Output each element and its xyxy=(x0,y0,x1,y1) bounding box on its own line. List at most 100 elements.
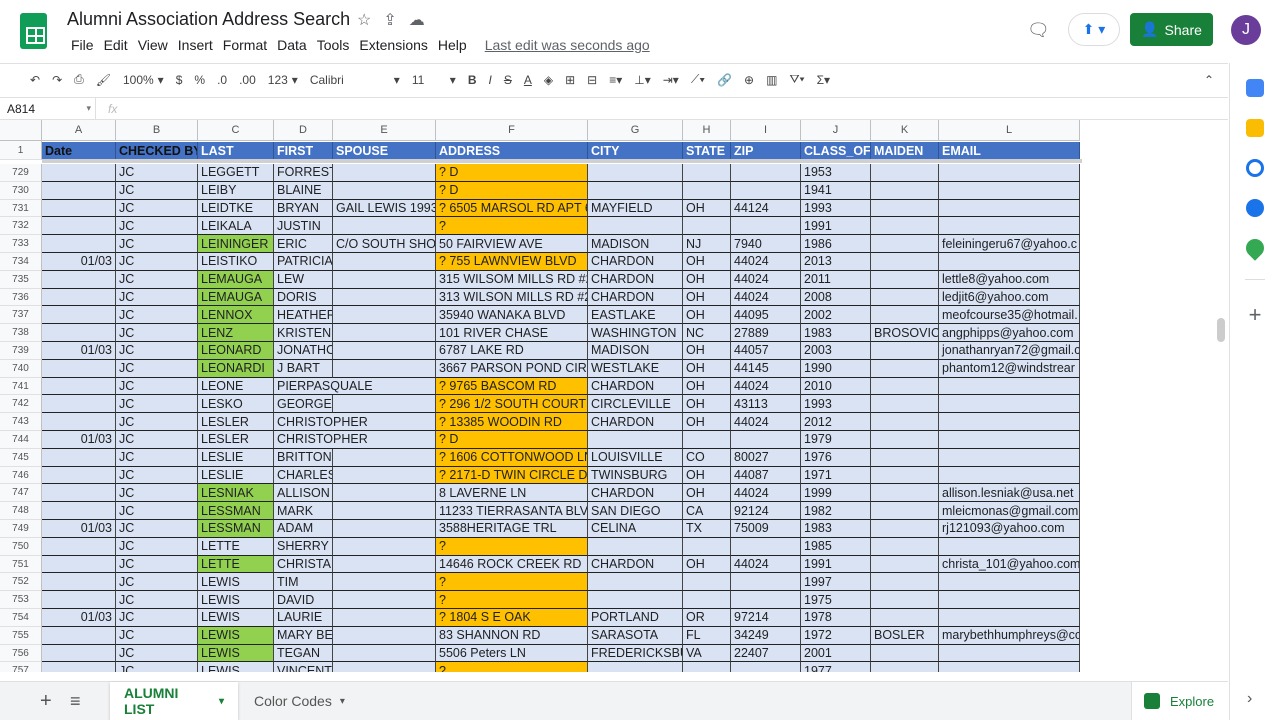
row-header[interactable]: 754 xyxy=(0,609,42,627)
add-sheet-button[interactable]: + xyxy=(32,682,60,720)
cell-city[interactable]: PORTLAND xyxy=(588,609,683,627)
cell-email[interactable] xyxy=(939,395,1080,414)
cell-spouse[interactable] xyxy=(333,448,436,467)
row-header[interactable]: 731 xyxy=(0,199,42,218)
cell-spouse[interactable] xyxy=(333,484,436,503)
menu-format[interactable]: Format xyxy=(218,37,272,53)
cell-zip[interactable] xyxy=(731,181,801,200)
cell-state[interactable] xyxy=(683,181,731,200)
collapse-toolbar-icon[interactable]: ⌃ xyxy=(1204,73,1214,87)
increase-decimal[interactable]: .00 xyxy=(239,73,256,87)
cell-date[interactable] xyxy=(42,448,116,467)
cell-city[interactable] xyxy=(588,591,683,609)
comment-history-icon[interactable]: 🗨 xyxy=(1027,20,1050,41)
cell-class-of[interactable]: 2001 xyxy=(801,644,871,663)
cell-state[interactable]: CO xyxy=(683,448,731,467)
cell-spouse[interactable] xyxy=(333,359,436,378)
cell-city[interactable]: WASHINGTON xyxy=(588,324,683,342)
italic-icon[interactable]: I xyxy=(489,73,492,87)
cell-email[interactable]: ledjit6@yahoo.com xyxy=(939,288,1080,307)
cell-address[interactable]: ? xyxy=(436,591,588,609)
cell-first[interactable]: TEGAN xyxy=(274,644,333,663)
paint-format-icon[interactable]: 🖌 xyxy=(96,73,111,87)
spreadsheet-grid[interactable]: A B C D E F G H I J K L 1 Date CHECKED BY LAST FIRST SPOU… xyxy=(0,120,1228,672)
vertical-align-icon[interactable]: ⊥▾ xyxy=(634,73,650,87)
cell-spouse[interactable] xyxy=(333,217,436,236)
header-cell-email[interactable]: EMAIL xyxy=(939,142,1080,160)
cell-last[interactable]: LESLER xyxy=(198,431,274,449)
cell-spouse[interactable] xyxy=(333,288,436,307)
cell-checked-by[interactable]: JC xyxy=(116,431,198,449)
filter-icon[interactable]: ⛛▾ xyxy=(789,72,804,87)
zoom-select[interactable]: 100% ▾ xyxy=(123,73,164,87)
cell-address[interactable]: 3588HERITAGE TRL xyxy=(436,520,588,538)
header-cell-class-of[interactable]: CLASS_OF xyxy=(801,142,871,160)
row-header[interactable]: 732 xyxy=(0,217,42,236)
cell-last[interactable]: LEMAUGA xyxy=(198,270,274,289)
row-header[interactable]: 743 xyxy=(0,413,42,431)
cell-email[interactable] xyxy=(939,591,1080,609)
cell-first[interactable]: LEW xyxy=(274,270,333,289)
cell-last[interactable]: LEONARDI xyxy=(198,359,274,378)
tasks-icon[interactable] xyxy=(1246,159,1264,177)
column-header-f[interactable]: F xyxy=(436,120,588,141)
cell-class-of[interactable]: 1972 xyxy=(801,626,871,645)
header-cell-zip[interactable]: ZIP xyxy=(731,142,801,160)
star-icon[interactable]: ☆ xyxy=(357,10,371,30)
cell-city[interactable] xyxy=(588,431,683,449)
cell-checked-by[interactable]: JC xyxy=(116,377,198,396)
cell-checked-by[interactable]: JC xyxy=(116,235,198,253)
cell-date[interactable] xyxy=(42,288,116,307)
freeze-divider[interactable] xyxy=(42,159,1082,163)
cell-state[interactable] xyxy=(683,431,731,449)
cell-spouse[interactable]: GAIL LEWIS 1993 xyxy=(333,199,436,218)
comment-icon[interactable]: ⊕ xyxy=(744,73,754,87)
cell-maiden[interactable] xyxy=(871,288,939,307)
cell-spouse[interactable] xyxy=(333,662,436,672)
cell-city[interactable]: CELINA xyxy=(588,520,683,538)
cell-last[interactable]: LEGGETT xyxy=(198,164,274,182)
cell-date[interactable] xyxy=(42,591,116,609)
cell-address[interactable]: 14646 ROCK CREEK RD xyxy=(436,555,588,574)
cell-checked-by[interactable]: JC xyxy=(116,502,198,520)
cell-class-of[interactable]: 2013 xyxy=(801,253,871,271)
cell-state[interactable]: VA xyxy=(683,644,731,663)
header-cell-state[interactable]: STATE xyxy=(683,142,731,160)
cell-city[interactable]: CHARDON xyxy=(588,253,683,271)
cell-zip[interactable] xyxy=(731,217,801,236)
cell-zip[interactable] xyxy=(731,662,801,672)
cell-date[interactable] xyxy=(42,413,116,431)
contacts-icon[interactable] xyxy=(1246,199,1264,217)
cell-last[interactable]: LEONE xyxy=(198,377,274,396)
cell-checked-by[interactable]: JC xyxy=(116,288,198,307)
cell-address[interactable]: 3667 PARSON POND CIR xyxy=(436,359,588,378)
text-rotate-icon[interactable]: ⟋▾ xyxy=(691,72,705,87)
row-header[interactable]: 753 xyxy=(0,591,42,609)
cell-city[interactable]: LOUISVILLE xyxy=(588,448,683,467)
cell-maiden[interactable] xyxy=(871,253,939,271)
cell-address[interactable]: 315 WILSOM MILLS RD #21 xyxy=(436,270,588,289)
cell-checked-by[interactable]: JC xyxy=(116,537,198,556)
cell-address[interactable]: ? D xyxy=(436,431,588,449)
cell-date[interactable] xyxy=(42,199,116,218)
row-header[interactable]: 748 xyxy=(0,502,42,520)
cell-checked-by[interactable]: JC xyxy=(116,555,198,574)
cell-class-of[interactable]: 1986 xyxy=(801,235,871,253)
cloud-status-icon[interactable]: ☁ xyxy=(409,10,425,30)
cell-address[interactable]: 313 WILSON MILLS RD #21 xyxy=(436,288,588,307)
cell-zip[interactable] xyxy=(731,537,801,556)
cell-address[interactable]: ? 9765 BASCOM RD xyxy=(436,377,588,396)
cell-state[interactable]: OH xyxy=(683,342,731,360)
row-header[interactable]: 742 xyxy=(0,395,42,414)
maps-icon[interactable] xyxy=(1242,235,1268,261)
cell-spouse[interactable] xyxy=(333,537,436,556)
cell-class-of[interactable]: 1985 xyxy=(801,537,871,556)
cell-address[interactable]: 83 SHANNON RD xyxy=(436,626,588,645)
cell-email[interactable]: lettle8@yahoo.com xyxy=(939,270,1080,289)
cell-state[interactable]: NJ xyxy=(683,235,731,253)
cell-class-of[interactable]: 1991 xyxy=(801,217,871,236)
cell-class-of[interactable]: 1978 xyxy=(801,609,871,627)
cell-maiden[interactable] xyxy=(871,609,939,627)
vertical-scrollbar[interactable] xyxy=(1217,318,1225,342)
cell-maiden[interactable] xyxy=(871,520,939,538)
